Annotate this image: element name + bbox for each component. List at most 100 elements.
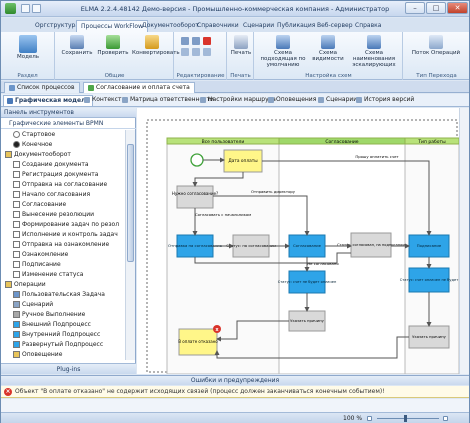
toolbox-item[interactable]: Операции: [5, 280, 46, 289]
zoom-slider-track[interactable]: [377, 418, 439, 419]
toolbox-item[interactable]: Стартовое: [13, 130, 55, 139]
subprocess-icon: [13, 341, 20, 348]
delete-icon[interactable]: [203, 37, 211, 45]
toolbox-item-label: Конечное: [22, 141, 53, 148]
group-obshie: Сохранить Проверить Конвертировать Общие: [56, 32, 180, 80]
convert-button[interactable]: Конвертировать: [132, 35, 180, 56]
toolbox-item-label: Начало согласования: [22, 191, 91, 198]
tab-process-list[interactable]: Список процессов: [4, 82, 80, 93]
zoom-in-button[interactable]: [443, 416, 448, 421]
document-tabs: Список процессов Согласование и оплата с…: [1, 81, 469, 93]
list-icon: [9, 84, 15, 91]
tab-help[interactable]: Справка: [351, 20, 385, 32]
toolbox-item-label: Создание документа: [22, 161, 89, 168]
toolbox-item[interactable]: Вынесение резолюции: [13, 210, 94, 219]
copy-icon[interactable]: [192, 37, 200, 45]
toolbox-item[interactable]: Ручное Выполнение: [13, 310, 85, 319]
toolbox-item[interactable]: Ознакомление: [13, 250, 68, 259]
toolbox-scrollbar[interactable]: [125, 130, 135, 360]
model-icon: [19, 35, 37, 53]
zoom-slider-thumb[interactable]: [404, 415, 407, 422]
tab-dictionaries[interactable]: Справочники: [193, 20, 243, 32]
toolbox-item[interactable]: Пользовательская Задача: [13, 290, 105, 299]
diagram-canvas[interactable]: Все пользователи Согласование Тип работы…: [137, 108, 469, 374]
toolbox-item[interactable]: Регистрация документа: [13, 170, 98, 179]
toolbox-item-label: Стартовое: [22, 131, 56, 138]
minimize-button[interactable]: –: [405, 2, 425, 14]
toolbox-item[interactable]: Сценарий: [13, 300, 53, 309]
printer-icon: [234, 35, 248, 49]
toolbox-item[interactable]: Формирование задач по резол: [13, 220, 119, 229]
toolbox-item[interactable]: Подписание: [13, 260, 61, 269]
toolbox-item[interactable]: Внутренний Подпроцесс: [13, 330, 100, 339]
model-button[interactable]: Модель: [11, 35, 45, 60]
doc-icon: [13, 221, 20, 228]
toolbox-item[interactable]: Конечное: [13, 140, 52, 149]
toolbox-item-label: Оповещение: [22, 351, 63, 358]
tab-process-approval[interactable]: Согласование и оплата счета: [83, 82, 195, 93]
check-button[interactable]: Проверить: [96, 35, 130, 56]
start-event[interactable]: [190, 153, 204, 167]
save-button[interactable]: Сохранить: [60, 35, 94, 56]
toolbox-item-label: Ознакомление: [22, 251, 69, 258]
toolbox-scroll-thumb[interactable]: [127, 144, 134, 262]
toolbox-item[interactable]: Документооборот: [5, 150, 71, 159]
toolbox-item[interactable]: Исполнение и контроль задач: [13, 230, 118, 239]
toolbox-item[interactable]: Оповещение: [13, 350, 62, 359]
redo-icon[interactable]: [203, 48, 211, 56]
close-button[interactable]: ✕: [447, 2, 468, 14]
flow-button[interactable]: Поток Операций: [408, 35, 464, 56]
undo-icon[interactable]: [192, 48, 200, 56]
doc-icon: [13, 251, 20, 258]
subtab-context[interactable]: Контекст: [81, 95, 124, 106]
model-subtabs: Графическая модель Контекст Матрица отве…: [1, 94, 469, 107]
toolbox-item[interactable]: Отправка на согласование: [13, 180, 107, 189]
folder-icon: [5, 151, 12, 158]
node-ukazat-prichinu-2-label: Указать причину: [412, 334, 446, 339]
toolbox-item-label: Подписание: [22, 261, 61, 268]
diagram-icon: [7, 97, 13, 104]
subtab-history[interactable]: История версий: [353, 95, 417, 106]
errors-header[interactable]: Ошибки и предупреждения: [1, 375, 469, 385]
toolbox-item[interactable]: Согласование: [13, 200, 66, 209]
zoom-level: 100 %: [343, 415, 363, 422]
save-icon: [70, 35, 84, 49]
paste-icon[interactable]: [181, 48, 189, 56]
canvas-scrollbar[interactable]: [459, 108, 469, 374]
notify-icon: [13, 351, 20, 358]
plugins-bar[interactable]: Plug-ins: [1, 363, 136, 374]
folder-icon: [5, 281, 12, 288]
visibility-icon: [321, 35, 335, 49]
toolbox-item-label: Ручное Выполнение: [22, 311, 86, 318]
subprocess-icon: [13, 321, 20, 328]
default-scheme-button[interactable]: Схема подходящая по умолчанию: [257, 35, 309, 68]
tab-webserver[interactable]: Веб-сервер: [313, 20, 357, 32]
subtab-graphic-model[interactable]: Графическая модель: [3, 95, 94, 106]
doc-icon: [13, 261, 20, 268]
zoom-out-button[interactable]: [367, 416, 372, 421]
node-soglasovanie-label: Согласование: [293, 243, 322, 248]
executors-button[interactable]: Схема наименования эскалирующих: [347, 35, 401, 68]
node-need-approval[interactable]: [176, 185, 214, 209]
toolbox-item[interactable]: Внешний Подпроцесс: [13, 320, 91, 329]
cut-icon[interactable]: [181, 37, 189, 45]
toolbox-item[interactable]: Создание документа: [13, 160, 89, 169]
ribbon-tab-row: Оргструктура Процессы WorkFlow Документо…: [1, 18, 469, 32]
script-icon: [318, 96, 324, 103]
arrow-icon: [429, 35, 443, 49]
bpmn-diagram: Все пользователи Согласование Тип работы…: [146, 119, 460, 374]
visibility-button[interactable]: Схема видимости: [311, 35, 345, 62]
toolbox-item[interactable]: Изменение статуса: [13, 270, 83, 279]
maximize-button[interactable]: □: [426, 2, 446, 14]
print-button[interactable]: Печать: [230, 35, 252, 56]
toolbox-panel: Панель инструментов Графические элементы…: [1, 108, 136, 374]
toolbox-item-label: Изменение статуса: [22, 271, 84, 278]
toolbox-item-label: Внешний Подпроцесс: [22, 321, 91, 328]
subtab-notifications[interactable]: Оповещения: [265, 95, 319, 106]
toolbox-item[interactable]: Отправка на ознакомление: [13, 240, 109, 249]
toolbox-item[interactable]: Развернутый Подпроцесс: [13, 340, 103, 349]
doc-icon: [13, 201, 20, 208]
toolbox-item[interactable]: Начало согласования: [13, 190, 90, 199]
app-window: ELMA 2.2.4.48142 Демо-версия - Промышлен…: [0, 0, 470, 423]
error-row[interactable]: × Объект "В оплате отказано" не содержит…: [1, 386, 469, 398]
